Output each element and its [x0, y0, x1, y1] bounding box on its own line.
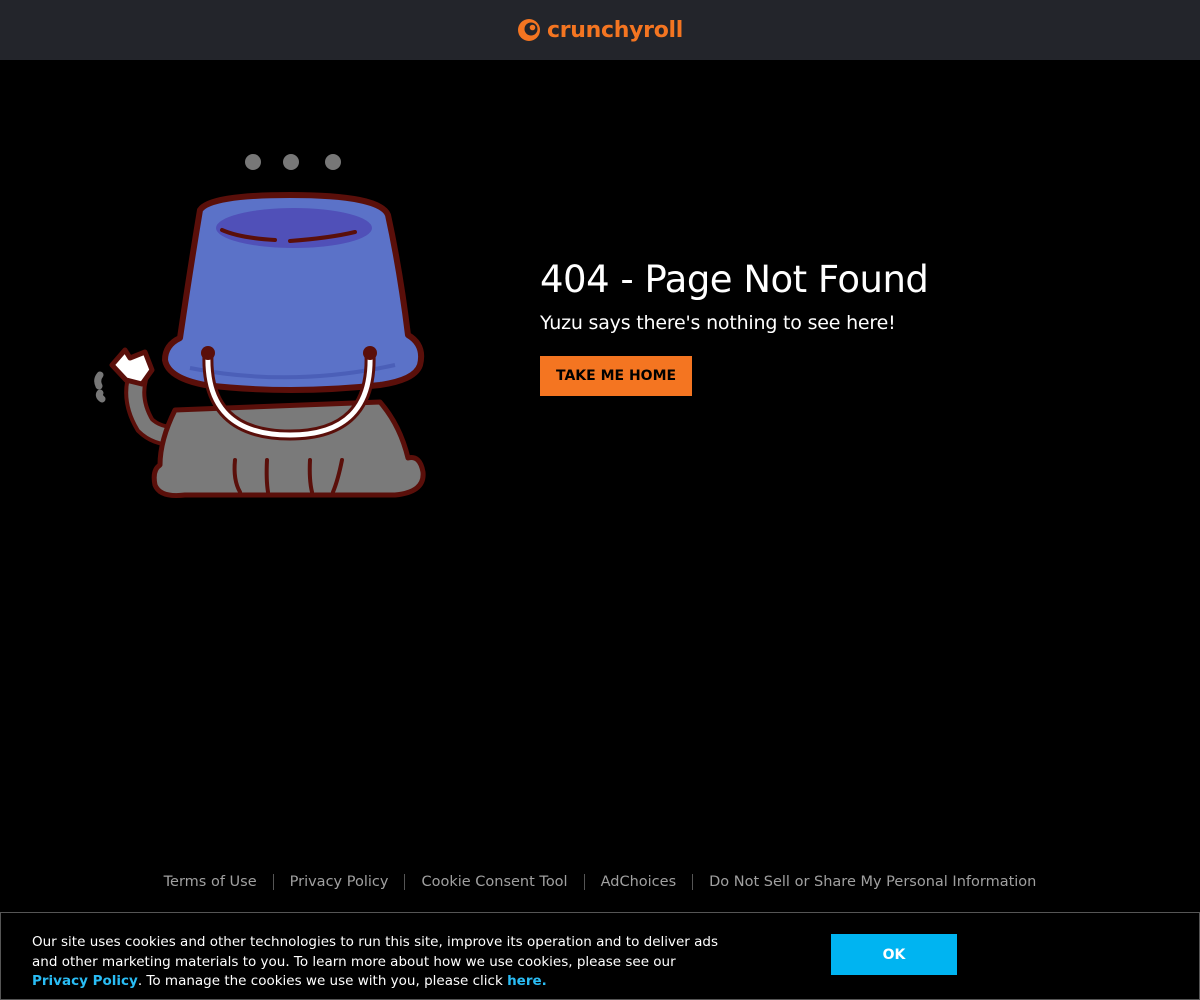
crunchyroll-logo-icon — [517, 19, 540, 41]
cookie-text-part2: . To manage the cookies we use with you,… — [137, 973, 508, 989]
cookie-ok-button[interactable]: OK — [831, 934, 957, 975]
page-subtitle: Yuzu says there's nothing to see here! — [540, 312, 896, 334]
ellipsis-dot — [283, 154, 299, 170]
cookie-here-link[interactable]: here. — [507, 973, 547, 989]
header-bar: crunchyroll — [0, 0, 1200, 60]
cookie-message: Our site uses cookies and other technolo… — [32, 933, 732, 992]
footer-links: Terms of Use Privacy Policy Cookie Conse… — [0, 874, 1200, 890]
cookie-privacy-policy-link[interactable]: Privacy Policy — [32, 973, 138, 989]
yuzu-bucket-cat-illustration — [90, 140, 435, 510]
take-me-home-button[interactable]: TAKE ME HOME — [540, 356, 693, 396]
footer-link-privacy[interactable]: Privacy Policy — [272, 874, 405, 890]
cookie-text-part1: Our site uses cookies and other technolo… — [32, 934, 719, 970]
cookie-banner: Our site uses cookies and other technolo… — [0, 912, 1200, 1000]
footer-link-terms[interactable]: Terms of Use — [148, 874, 273, 890]
crunchyroll-logo[interactable]: crunchyroll — [517, 18, 683, 43]
page-title: 404 - Page Not Found — [540, 258, 929, 301]
ellipsis-dot — [245, 154, 261, 170]
footer-link-adchoices[interactable]: AdChoices — [583, 874, 693, 890]
ellipsis-dot — [325, 154, 341, 170]
error-content: 404 - Page Not Found Yuzu says there's n… — [540, 258, 1100, 396]
logo-text: crunchyroll — [546, 17, 683, 43]
footer-link-do-not-sell[interactable]: Do Not Sell or Share My Personal Informa… — [692, 874, 1052, 890]
footer-link-cookie-consent[interactable]: Cookie Consent Tool — [404, 874, 583, 890]
